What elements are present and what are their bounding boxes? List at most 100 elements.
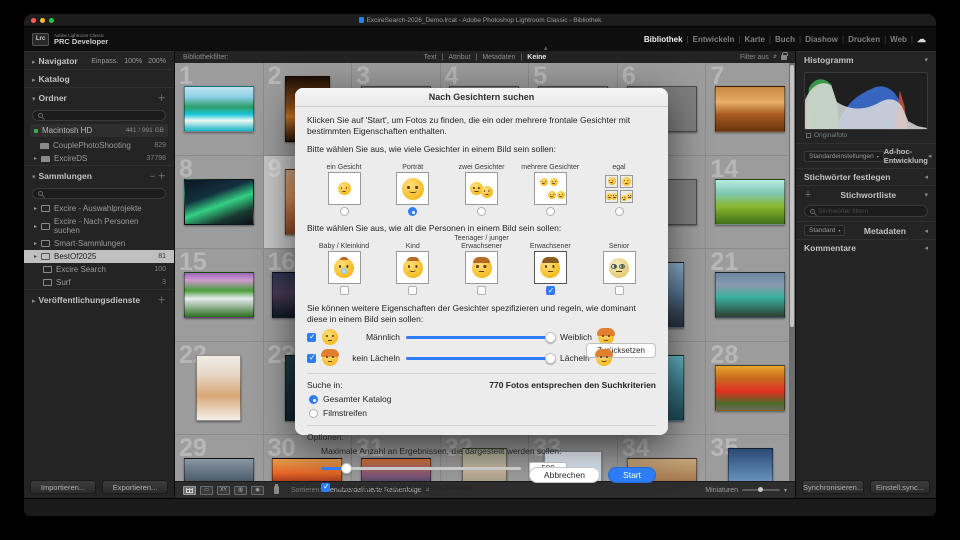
publish-services-header[interactable]: ▸Veröffentlichungsdienste ＋ — [24, 289, 174, 309]
cloud-sync-icon[interactable]: ☁ — [917, 34, 926, 45]
zoom-100[interactable]: 100% — [124, 58, 142, 65]
photo-thumbnail[interactable] — [184, 272, 254, 318]
adhoc-preset-dropdown[interactable]: Standardeinstellungen▾ — [804, 151, 884, 162]
keyword-list-header[interactable]: ＋ Stichwortliste▾ — [796, 185, 936, 203]
age-checkbox-kind[interactable] — [408, 286, 417, 295]
grid-cell-28[interactable]: 28 — [706, 342, 795, 435]
add-publish-icon[interactable]: ＋ — [157, 294, 166, 306]
thumbnail-size-slider[interactable] — [742, 489, 780, 491]
age-checkbox-senior[interactable] — [615, 286, 624, 295]
scope-radio-catalog[interactable] — [309, 395, 318, 404]
grid-view-icon[interactable] — [183, 486, 196, 495]
photo-thumbnail[interactable] — [184, 179, 254, 225]
zoom-200[interactable]: 200% — [148, 58, 166, 65]
count-option-two[interactable]: zwei Gesichter — [451, 156, 513, 216]
overwrite-checkbox[interactable] — [321, 483, 330, 492]
grid-cell-7[interactable]: 7 — [706, 63, 795, 156]
histogram-header[interactable]: Histogramm▾ — [796, 51, 936, 68]
metadata-header[interactable]: Standard▾ Metadaten◂ — [796, 221, 936, 239]
collapse-top-panel-arrow[interactable]: ▴ — [544, 44, 548, 52]
collection-item-selected[interactable]: ▸ BestOf2025 81 — [24, 250, 174, 263]
age-checkbox-teen[interactable] — [477, 286, 486, 295]
count-option-portrait[interactable]: Porträt — [382, 156, 444, 216]
compare-view-icon[interactable]: XY — [217, 486, 230, 495]
filter-keine[interactable]: Keine — [527, 54, 546, 61]
metadata-preset-dropdown[interactable]: Standard▾ — [804, 225, 845, 236]
smile-slider[interactable] — [406, 357, 554, 360]
photo-thumbnail[interactable] — [715, 365, 785, 411]
grid-cell-1[interactable]: 1 — [175, 63, 264, 156]
overwrite-option[interactable]: Vorherige Ergebnisse überschreiben — [321, 482, 656, 492]
age-option-senior[interactable]: Senior — [588, 235, 650, 295]
grid-cell-21[interactable]: 21 — [706, 249, 795, 342]
loupe-view-icon[interactable]: ▭ — [200, 486, 213, 495]
zoom-fit[interactable]: Einpass. — [91, 58, 118, 65]
folder-item[interactable]: ▸ ExcireDS 37798 — [24, 152, 174, 165]
count-radio-two[interactable] — [477, 207, 486, 216]
volume-row[interactable]: Macintosh HD 441 / 991 GB — [30, 124, 168, 137]
count-option-multiple[interactable]: mehrere Gesichter — [519, 156, 581, 216]
sammlungen-header[interactable]: ▾Sammlungen − ＋ — [24, 165, 174, 185]
sync-settings-button[interactable]: Einstell.sync... — [870, 480, 930, 494]
module-bibliothek[interactable]: Bibliothek — [644, 35, 683, 44]
age-option-adult[interactable]: Erwachsener — [519, 235, 581, 295]
count-radio-any[interactable] — [615, 207, 624, 216]
navigator-header[interactable]: ▸Navigator Einpass. 100% 200% — [24, 51, 174, 69]
age-checkbox-baby[interactable] — [340, 286, 349, 295]
sync-button[interactable]: Synchronisieren... — [802, 480, 864, 494]
photo-thumbnail[interactable] — [715, 86, 785, 132]
module-drucken[interactable]: Drucken — [848, 35, 880, 44]
age-checkbox-adult[interactable] — [546, 286, 555, 295]
start-button[interactable]: Start — [608, 467, 656, 483]
export-button[interactable]: Exportieren... — [102, 480, 168, 494]
module-web[interactable]: Web — [890, 35, 907, 44]
grid-cell-29[interactable]: 29 — [175, 435, 264, 481]
collection-item[interactable]: Surf 3 — [24, 276, 174, 289]
collection-item[interactable]: ▸ Smart-Sammlungen — [24, 237, 174, 250]
grid-cell-22[interactable]: 22 — [175, 342, 264, 435]
add-collection-icon[interactable]: − ＋ — [150, 170, 166, 182]
people-view-icon[interactable]: ◉ — [251, 486, 264, 495]
module-entwickeln[interactable]: Entwickeln — [693, 35, 735, 44]
cancel-button[interactable]: Abbrechen — [529, 467, 600, 483]
photo-thumbnail[interactable] — [715, 272, 785, 318]
filter-metadaten[interactable]: Metadaten — [482, 54, 515, 61]
max-results-slider[interactable] — [321, 467, 521, 470]
photo-thumbnail[interactable] — [184, 458, 254, 481]
module-diashow[interactable]: Diashow — [805, 35, 838, 44]
folder-search-input[interactable] — [32, 110, 166, 121]
slider-knob[interactable] — [758, 487, 763, 492]
keyword-filter-input[interactable]: Stichwörter filtern — [804, 205, 928, 217]
count-radio-multiple[interactable] — [546, 207, 555, 216]
add-folder-icon[interactable]: ＋ — [157, 92, 166, 104]
grid-cell-15[interactable]: 15 — [175, 249, 264, 342]
count-option-one[interactable]: ein Gesicht — [313, 156, 375, 216]
count-option-any[interactable]: egal — [588, 156, 650, 216]
smile-slider-knob[interactable] — [545, 353, 556, 364]
collection-search-input[interactable] — [32, 188, 166, 199]
collection-item[interactable]: ▸ Excire - Nach Personen suchen — [24, 215, 174, 237]
max-results-knob[interactable] — [341, 463, 352, 474]
collection-item[interactable]: Excire Search 100 — [24, 263, 174, 276]
scope-catalog[interactable]: Gesamter Katalog — [309, 394, 656, 404]
collection-item[interactable]: ▸ Excire - Auswahlprojekte — [24, 202, 174, 215]
photo-thumbnail[interactable] — [728, 448, 773, 481]
import-button[interactable]: Importieren... — [30, 480, 96, 494]
filmstrip[interactable] — [24, 498, 936, 516]
age-option-baby[interactable]: Baby / Kleinkind — [313, 235, 375, 295]
keywording-header[interactable]: Stichwörter festlegen◂ — [796, 168, 936, 185]
filter-text[interactable]: Text — [424, 54, 437, 61]
gender-slider-knob[interactable] — [545, 332, 556, 343]
grid-cell-8[interactable]: 8 — [175, 156, 264, 249]
age-option-teen[interactable]: Teenager / junger Erwachsener — [451, 235, 513, 295]
photo-thumbnail[interactable] — [715, 179, 785, 225]
grid-cell-14[interactable]: 14 — [706, 156, 795, 249]
count-radio-portrait[interactable] — [408, 207, 417, 216]
photo-thumbnail[interactable] — [184, 86, 254, 132]
scope-radio-filmstrip[interactable] — [309, 409, 318, 418]
smile-checkbox[interactable] — [307, 354, 316, 363]
module-buch[interactable]: Buch — [775, 35, 795, 44]
scope-filmstrip[interactable]: Filmstreifen — [309, 408, 656, 418]
ordner-header[interactable]: ▾Ordner ＋ — [24, 87, 174, 107]
count-radio-one[interactable] — [340, 207, 349, 216]
